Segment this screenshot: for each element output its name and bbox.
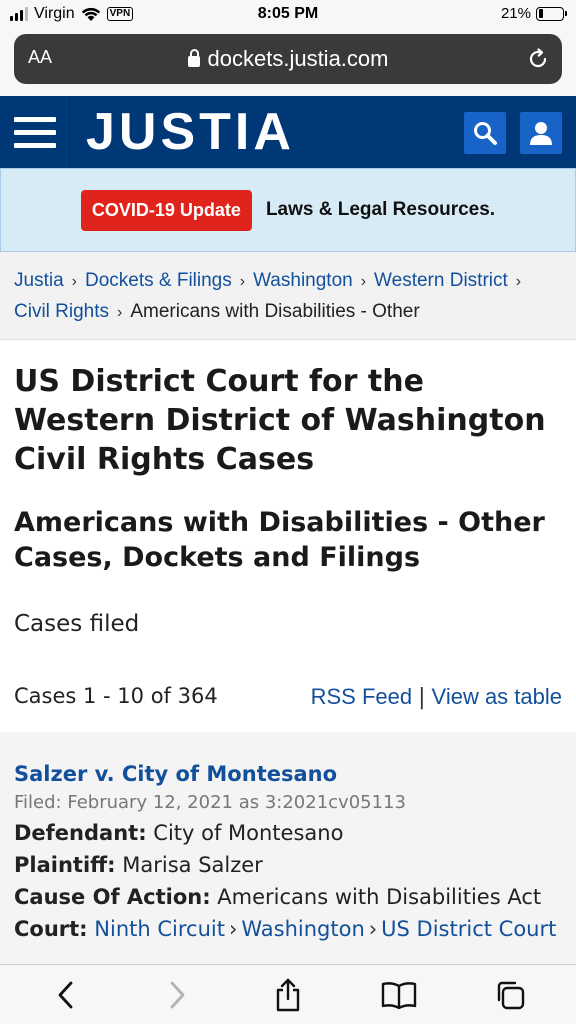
bookmarks-button[interactable] (375, 971, 423, 1019)
account-button[interactable] (520, 112, 562, 154)
browser-address-area: AA dockets.justia.com (0, 32, 576, 96)
main-content: US District Court for the Western Distri… (0, 340, 576, 732)
link-separator: | (418, 685, 426, 710)
battery-icon (536, 6, 567, 21)
page-subtitle: Americans with Disabilities - Other Case… (14, 507, 545, 573)
breadcrumb-separator: › (515, 273, 522, 290)
case-title-link[interactable]: Salzer v. City of Montesano (14, 762, 562, 786)
section-heading: Cases filed (14, 611, 140, 637)
reload-icon[interactable] (526, 47, 550, 71)
search-icon (474, 122, 497, 145)
covid-update-button[interactable]: COVID-19 Update (80, 189, 252, 231)
url-field[interactable]: dockets.justia.com (14, 46, 562, 72)
plaintiff-value: Marisa Salzer (122, 853, 263, 877)
breadcrumb-dockets[interactable]: Dockets & Filings (85, 270, 232, 291)
tabs-button[interactable] (486, 971, 534, 1019)
banner-text[interactable]: Laws & Legal Resources. (266, 199, 495, 221)
case-defendant: Defendant: City of Montesano (14, 821, 562, 845)
defendant-value: City of Montesano (153, 821, 344, 845)
covid-banner: COVID-19 Update Laws & Legal Resources. (0, 168, 576, 252)
share-button[interactable] (264, 971, 312, 1019)
status-time: 8:05 PM (257, 5, 319, 22)
battery-percent: 21% (500, 5, 531, 22)
result-links: RSS Feed | View as table (311, 684, 562, 710)
site-header: JUSTIA (0, 96, 576, 168)
court-washington-link[interactable]: Washington (241, 917, 364, 941)
results-count: Cases 1 - 10 of 364 (14, 684, 218, 708)
breadcrumb-washington[interactable]: Washington (253, 270, 353, 291)
rss-feed-link[interactable]: RSS Feed (311, 684, 413, 709)
breadcrumb-current: Americans with Disabilities - Other (130, 301, 420, 322)
forward-button[interactable] (153, 971, 201, 1019)
status-right: 21% (500, 5, 567, 22)
justia-logo[interactable]: JUSTIA (86, 102, 295, 162)
back-icon (58, 981, 72, 1008)
view-as-table-link[interactable]: View as table (432, 684, 562, 709)
cause-label: Cause Of Action: (14, 885, 211, 909)
case-filed-date: Filed: February 12, 2021 as 3:2021cv0511… (14, 792, 406, 813)
breadcrumb-western-district[interactable]: Western District (374, 270, 508, 291)
user-icon (530, 122, 552, 145)
browser-toolbar (0, 964, 576, 1024)
court-district-link[interactable]: US District Court (381, 917, 556, 941)
tabs-icon (498, 981, 525, 1009)
bookmarks-icon (381, 981, 417, 1009)
status-bar: Virgin VPN 8:05 PM 21% (0, 0, 576, 32)
case-card: Salzer v. City of Montesano Filed: Febru… (0, 732, 576, 964)
breadcrumb-separator: › (117, 304, 123, 321)
court-ninth-circuit-link[interactable]: Ninth Circuit (94, 917, 225, 941)
case-plaintiff: Plaintiff: Marisa Salzer (14, 853, 562, 877)
share-icon (276, 978, 300, 1011)
breadcrumb-civil-rights[interactable]: Civil Rights (14, 301, 109, 322)
lock-icon (187, 49, 200, 67)
breadcrumb-separator: › (239, 273, 246, 290)
breadcrumb: Justia › Dockets & Filings › Washington › West… (0, 252, 576, 340)
search-button[interactable] (464, 112, 506, 154)
court-separator: › (228, 917, 238, 941)
url-text: dockets.justia.com (207, 46, 389, 71)
menu-icon[interactable] (0, 96, 70, 168)
results-bar: Cases 1 - 10 of 364 RSS Feed | View as tab… (14, 684, 562, 710)
plaintiff-label: Plaintiff: (14, 853, 116, 877)
court-separator: › (368, 917, 378, 941)
page-title: US District Court for the Western Distri… (14, 364, 546, 477)
back-button[interactable] (42, 971, 90, 1019)
breadcrumb-separator: › (71, 273, 77, 290)
breadcrumb-justia[interactable]: Justia (14, 270, 64, 291)
case-cause: Cause Of Action: Americans with Disabili… (14, 885, 562, 909)
cause-value: Americans with Disabilities Act (217, 885, 542, 909)
defendant-label: Defendant: (14, 821, 147, 845)
forward-icon (170, 981, 185, 1008)
breadcrumb-separator: › (360, 273, 367, 290)
address-bar[interactable]: AA dockets.justia.com (14, 34, 562, 84)
court-label: Court: (14, 917, 88, 941)
text-size-button[interactable]: AA (28, 47, 52, 68)
case-court: Court: Ninth Circuit › Washington › US Distr… (14, 917, 562, 941)
